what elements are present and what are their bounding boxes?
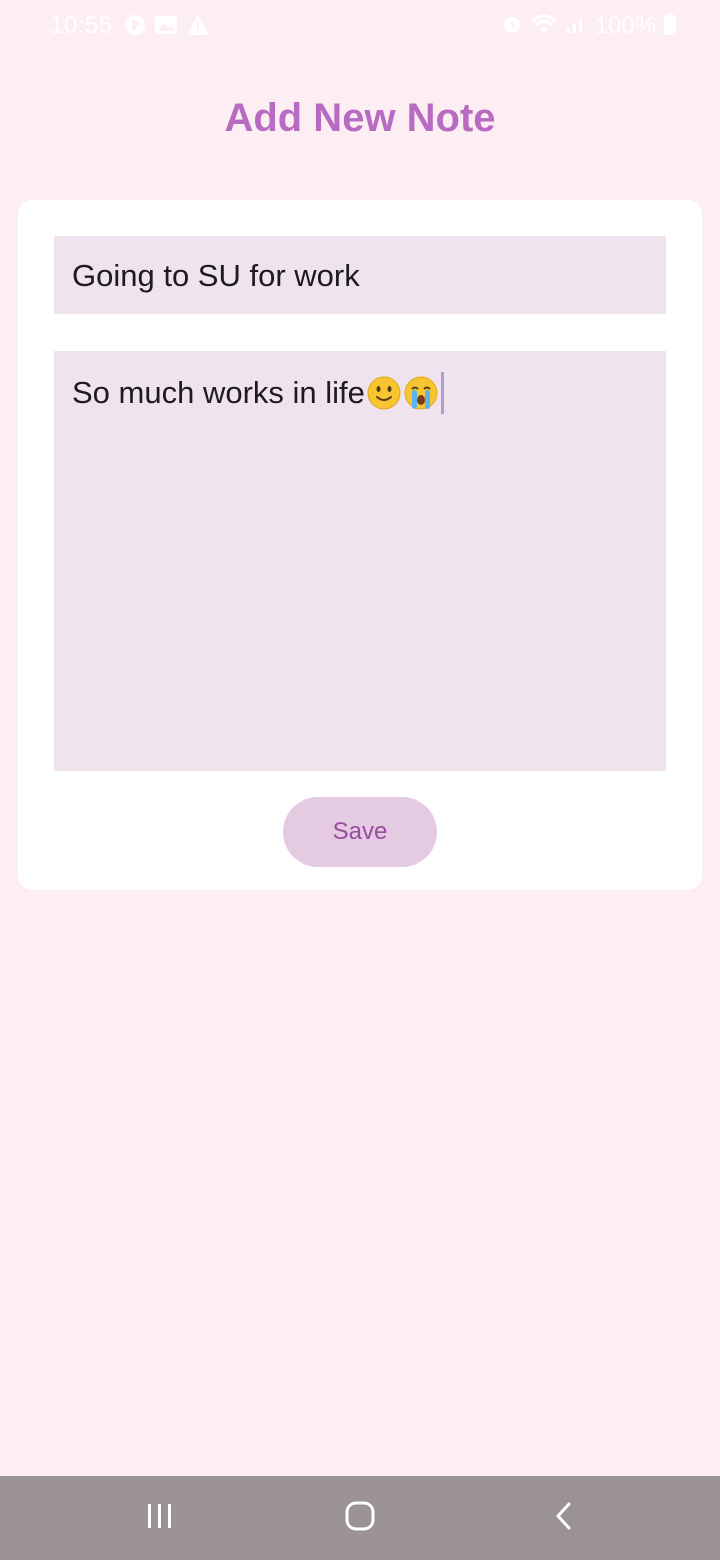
status-left-icons: [124, 14, 210, 41]
status-time: 10:55: [50, 12, 113, 39]
status-bar: 10:55 100%: [0, 0, 720, 54]
system-nav-bar: [0, 1476, 720, 1560]
home-icon: [344, 1501, 376, 1536]
note-content-input[interactable]: So much works in life: [54, 351, 666, 771]
page-title: Add New Note: [224, 96, 496, 140]
back-button[interactable]: [524, 1476, 604, 1560]
warning-icon: [186, 14, 210, 41]
wifi-icon: [530, 13, 557, 40]
text-cursor: [440, 372, 444, 414]
status-right-icons: 100%: [501, 12, 676, 40]
app-notification-icon: [124, 14, 146, 41]
content-line: So much works in life: [72, 372, 648, 414]
recent-apps-icon: [145, 1502, 175, 1535]
slightly-smiling-face-icon: [366, 375, 402, 411]
battery-icon: [664, 12, 676, 40]
signal-icon: [565, 13, 587, 40]
note-form-card: Going to SU for work So much works in li…: [18, 200, 702, 890]
gallery-icon: [154, 14, 178, 41]
crying-face-icon: [403, 375, 439, 411]
note-title-input[interactable]: Going to SU for work: [54, 236, 666, 314]
home-button[interactable]: [320, 1476, 400, 1560]
alarm-icon: [501, 13, 523, 40]
save-button[interactable]: Save: [283, 797, 437, 867]
back-icon: [552, 1501, 576, 1536]
recent-apps-button[interactable]: [120, 1476, 200, 1560]
content-text: So much works in life: [72, 375, 365, 410]
battery-percentage: 100%: [594, 12, 656, 39]
